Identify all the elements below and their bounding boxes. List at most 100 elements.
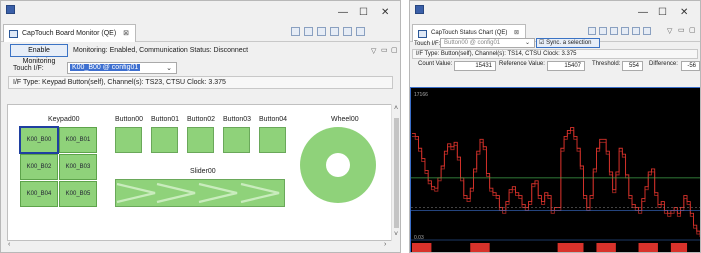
sync-selection-checkbox[interactable]: ☑ Sync. a selection xyxy=(536,38,600,48)
difference-box: -56 xyxy=(681,61,700,71)
button01-pad[interactable] xyxy=(151,127,178,153)
chart-series-0 xyxy=(412,127,700,235)
maximize-view-icon[interactable]: ▢ xyxy=(689,26,696,34)
chart-svg: 17166 0.03 xyxy=(411,92,700,252)
key-k00-b02[interactable]: K00_B02 xyxy=(20,154,58,180)
minimize-view-icon[interactable]: ▭ xyxy=(678,26,685,34)
reference-value-field: Reference Value: 15407 xyxy=(499,61,585,71)
checkbox-icon: ☑ xyxy=(539,40,545,46)
touch-segment-3 xyxy=(596,243,616,252)
count-value-box: 15431 xyxy=(454,61,496,71)
touch-segment-0 xyxy=(412,243,432,252)
tab-board-monitor[interactable]: CapTouch Board Monitor (QE) ⊠ xyxy=(3,24,136,42)
save-icon[interactable] xyxy=(356,27,365,36)
grid-icon[interactable] xyxy=(304,27,313,36)
view-menu-icon[interactable]: ▽ xyxy=(371,47,376,55)
touch-segment-2 xyxy=(557,243,584,252)
scroll-left-icon[interactable]: ‹ xyxy=(8,241,10,248)
tab-title: CapTouch Status Chart (QE) xyxy=(431,30,508,36)
wheel-pad[interactable] xyxy=(299,126,377,204)
key-k00-b04[interactable]: K00_B04 xyxy=(20,181,58,207)
button04-pad[interactable] xyxy=(259,127,286,153)
export-icon[interactable] xyxy=(632,27,640,35)
filter-icon[interactable] xyxy=(330,27,339,36)
touch-segment-1 xyxy=(470,243,490,252)
button02-label: Button02 xyxy=(187,116,216,123)
reference-value-box: 15407 xyxy=(547,61,585,71)
settings-icon[interactable] xyxy=(621,27,629,35)
vertical-scrollbar[interactable]: ˄ ˅ xyxy=(391,104,400,241)
board-canvas: Keypad00 K00_B00 K00_B01 K00_B02 K00_B03… xyxy=(7,104,392,241)
button03-label: Button03 xyxy=(223,116,252,123)
touch-if-label: Touch I/F: xyxy=(414,41,441,47)
reference-value-label: Reference Value: xyxy=(499,61,545,67)
app-icon xyxy=(6,5,15,14)
chevron-down-icon: ⌄ xyxy=(166,65,172,72)
touch-if-label: Touch I/F: xyxy=(13,65,44,72)
close-tab-icon[interactable]: ⊠ xyxy=(514,30,519,36)
threshold-label: Threshold: xyxy=(592,61,621,67)
vertical-scroll-thumb[interactable] xyxy=(394,118,399,228)
chart-top-label: 17166 xyxy=(414,92,428,98)
grid-icon[interactable] xyxy=(599,27,607,35)
if-info-bar: I/F Type: Keypad Button(self), Channel(s… xyxy=(8,76,393,89)
button04-label: Button04 xyxy=(259,116,288,123)
touch-if-select[interactable]: Button00 @ config01 ⌄ xyxy=(440,38,535,48)
close-tab-icon[interactable]: ⊠ xyxy=(123,30,129,37)
close-window-button[interactable]: ✕ xyxy=(680,7,688,18)
keypad-title: Keypad00 xyxy=(48,116,80,123)
count-value-label: Count Value: xyxy=(418,61,453,67)
export-icon[interactable] xyxy=(317,27,326,36)
status-chart[interactable]: 17166 0.03 xyxy=(410,87,700,252)
close-window-button[interactable]: ✕ xyxy=(381,7,389,18)
difference-label: Difference: xyxy=(649,61,678,67)
count-value-field: Count Value: 15431 xyxy=(418,61,496,71)
chart-series-1 xyxy=(412,130,700,238)
touch-segment-4 xyxy=(638,243,658,252)
maximize-button[interactable]: ☐ xyxy=(658,7,667,18)
slider-label: Slider00 xyxy=(190,168,216,175)
key-k00-b05[interactable]: K00_B05 xyxy=(59,181,97,207)
app-icon xyxy=(415,5,424,14)
button03-pad[interactable] xyxy=(223,127,250,153)
monitoring-status: Monitoring: Enabled, Communication Statu… xyxy=(73,47,249,54)
status-chart-window: — ☐ ✕ CapTouch Status Chart (QE) ⊠ ▽ ▭ ▢… xyxy=(409,0,701,253)
touch-if-value: K00_B00 @ config01 xyxy=(70,64,141,71)
key-k00-b03[interactable]: K00_B03 xyxy=(59,154,97,180)
maximize-view-icon[interactable]: ▢ xyxy=(391,46,398,54)
chart-icon[interactable] xyxy=(588,27,596,35)
horizontal-scrollbar[interactable]: ‹ › xyxy=(7,241,392,250)
chart-tab-icon xyxy=(418,30,427,38)
monitor-tab-icon xyxy=(9,30,18,38)
enable-monitoring-button[interactable]: Enable Monitoring xyxy=(10,44,68,65)
scroll-down-icon[interactable]: ˅ xyxy=(394,231,398,238)
wheel-label: Wheel00 xyxy=(331,116,359,123)
minimize-button[interactable]: — xyxy=(338,7,348,18)
minimize-button[interactable]: — xyxy=(638,7,648,18)
maximize-button[interactable]: ☐ xyxy=(359,7,368,18)
scroll-right-icon[interactable]: › xyxy=(384,241,386,248)
slider-pad[interactable] xyxy=(115,179,285,207)
zoom-icon[interactable] xyxy=(610,27,618,35)
sync-label: Sync. a selection xyxy=(546,40,592,46)
scroll-up-icon[interactable]: ˄ xyxy=(394,105,398,112)
difference-field: Difference: -56 xyxy=(649,61,700,71)
settings-icon[interactable] xyxy=(343,27,352,36)
board-monitor-window: — ☐ ✕ CapTouch Board Monitor (QE) ⊠ ▽ ▭ … xyxy=(0,0,401,253)
view-tab-bar: CapTouch Board Monitor (QE) ⊠ ▽ ▭ ▢ xyxy=(1,22,400,55)
touch-if-select[interactable]: K00_B00 @ config01 ⌄ xyxy=(67,62,177,74)
key-k00-b01[interactable]: K00_B01 xyxy=(59,127,97,153)
chevron-down-icon: ⌄ xyxy=(524,40,530,46)
layout-icon[interactable] xyxy=(291,27,300,36)
key-k00-b00[interactable]: K00_B00 xyxy=(19,126,59,154)
view-menu-icon[interactable]: ▽ xyxy=(667,27,672,35)
touch-segment-5 xyxy=(670,243,688,252)
pause-icon[interactable] xyxy=(643,27,651,35)
minimize-view-icon[interactable]: ▭ xyxy=(381,46,388,54)
button01-label: Button01 xyxy=(151,116,180,123)
tab-title: CapTouch Board Monitor (QE) xyxy=(22,30,117,37)
button00-label: Button00 xyxy=(115,116,144,123)
button02-pad[interactable] xyxy=(187,127,214,153)
button00-pad[interactable] xyxy=(115,127,142,153)
touch-if-value: Button00 @ config01 xyxy=(444,40,501,46)
